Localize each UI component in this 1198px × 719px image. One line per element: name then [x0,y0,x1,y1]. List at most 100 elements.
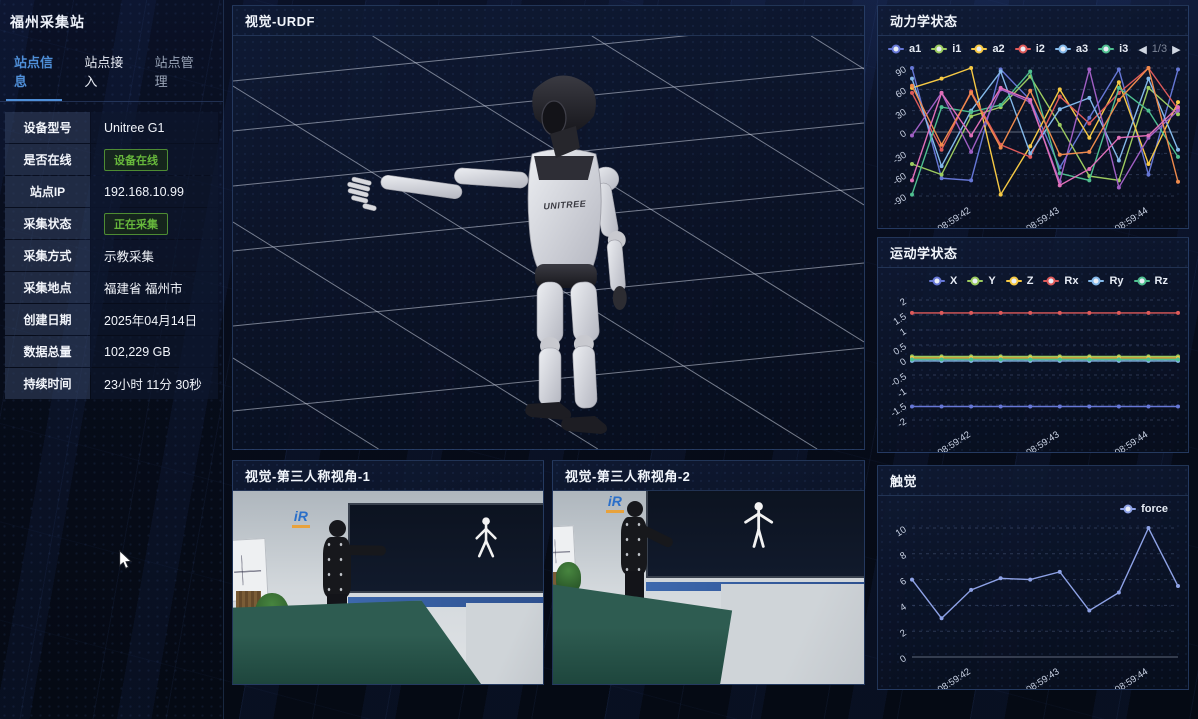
svg-text:2: 2 [898,627,908,639]
tactile-panel: 触觉 force 024681008:59:4208:59:4308:59:44 [877,465,1189,690]
info-label: 数据总量 [5,336,90,367]
dynamics-panel-title: 动力学状态 [878,6,1188,36]
info-row: 数据总量102,229 GB [5,336,218,367]
svg-text:08:59:44: 08:59:44 [1113,205,1150,228]
camera-2-feed: iR [553,491,864,684]
info-row: 站点IP192.168.10.99 [5,176,218,207]
svg-text:60: 60 [894,86,909,101]
legend-item-X[interactable]: X [929,275,957,287]
info-row: 持续时间23小时 11分 30秒 [5,368,218,399]
svg-text:-1: -1 [896,386,909,400]
svg-text:-60: -60 [891,171,909,188]
kinematics-chart: -2-1.5-1-0.500.511.5208:59:4208:59:4308:… [878,294,1188,452]
svg-text:2: 2 [898,296,908,308]
svg-text:0.5: 0.5 [892,341,909,357]
kinematics-panel-title: 运动学状态 [878,238,1188,268]
legend-item-Y[interactable]: Y [967,275,995,287]
legend-item-Rx[interactable]: Rx [1043,275,1078,287]
info-value: 192.168.10.99 [91,176,218,207]
info-value: 福建省 福州市 [91,272,218,303]
urdf-floor-grid: UNITREE [233,36,864,449]
legend-pager: ◀ 1/3 ▶ [1138,43,1180,56]
skeleton-figure-icon [740,495,777,561]
info-row: 设备型号Unitree G1 [5,112,218,143]
svg-text:08:59:42: 08:59:42 [936,429,973,452]
info-label: 是否在线 [5,144,90,175]
info-label: 创建日期 [5,304,90,335]
info-label: 采集状态 [5,208,90,239]
camera-1-title: 视觉-第三人称视角-1 [233,461,543,491]
legend-item-force[interactable]: force [1120,503,1168,515]
info-value: Unitree G1 [91,112,218,143]
urdf-viewer-panel: 视觉-URDF [232,5,865,450]
info-value: 正在采集 [91,208,218,239]
tab-2[interactable]: 站点接入 [76,46,132,101]
legend-page-indicator: 1/3 [1152,43,1167,55]
urdf-3d-viewport[interactable]: UNITREE [233,36,864,449]
svg-text:30: 30 [894,107,909,122]
legend-item-Rz[interactable]: Rz [1134,275,1168,287]
info-label: 采集地点 [5,272,90,303]
station-info-table: 设备型号Unitree G1是否在线设备在线站点IP192.168.10.99采… [5,112,218,399]
urdf-panel-title: 视觉-URDF [233,6,864,36]
legend-item-i1[interactable]: i1 [931,43,961,55]
legend-item-i2[interactable]: i2 [1015,43,1045,55]
svg-text:-2: -2 [896,416,909,430]
camera-2-panel: 视觉-第三人称视角-2 iR [552,460,865,685]
svg-text:08:59:42: 08:59:42 [936,205,973,228]
svg-text:0: 0 [898,356,908,368]
dashboard-root: 福州采集站 站点信息站点接入站点管理 设备型号Unitree G1是否在线设备在… [0,0,1198,719]
tab-3[interactable]: 站点管理 [147,46,203,101]
svg-text:-1.5: -1.5 [889,401,909,419]
svg-text:-0.5: -0.5 [889,371,909,389]
svg-text:08:59:44: 08:59:44 [1113,666,1150,689]
info-row: 采集状态正在采集 [5,208,218,239]
info-row: 采集地点福建省 福州市 [5,272,218,303]
green-table [233,595,481,684]
svg-text:8: 8 [898,550,908,562]
legend-item-a2[interactable]: a2 [971,43,1004,55]
info-label: 站点IP [5,176,90,207]
info-row: 创建日期2025年04月14日 [5,304,218,335]
svg-text:0: 0 [898,653,908,665]
legend-item-a3[interactable]: a3 [1055,43,1088,55]
floor [466,603,544,684]
info-label: 采集方式 [5,240,90,271]
legend-item-Ry[interactable]: Ry [1088,275,1123,287]
info-row: 采集方式示教采集 [5,240,218,271]
info-value: 2025年04月14日 [91,304,218,335]
tab-1[interactable]: 站点信息 [6,46,62,101]
svg-text:08:59:43: 08:59:43 [1024,666,1061,689]
svg-text:08:59:42: 08:59:42 [936,666,973,689]
svg-text:10: 10 [894,524,909,539]
kinematics-panel: 运动学状态 XYZ Rx Ry Rz -2-1.5-1-0.5 00.5 11.5 2 08:… [877,237,1189,453]
info-value: 102,229 GB [91,336,218,367]
svg-text:08:59:43: 08:59:43 [1024,429,1061,452]
camera-1-feed: iR [233,491,543,684]
tactile-legend: force [878,496,1188,522]
kinematics-legend: XYZ Rx Ry Rz [878,268,1188,294]
status-badge: 设备在线 [104,149,168,171]
legend-item-i3[interactable]: i3 [1098,43,1128,55]
legend-item-a1[interactable]: a1 [888,43,921,55]
camera-1-panel: 视觉-第三人称视角-1 iR [232,460,544,685]
svg-text:-30: -30 [891,150,909,167]
station-tabs: 站点信息站点接入站点管理 [0,42,223,102]
dynamics-legend: a1 i1 a2 i2 a3 i3 ◀ 1/3 ▶ [878,36,1188,62]
wall-logo: iR [292,508,310,528]
svg-text:1: 1 [898,326,908,338]
legend-next-button[interactable]: ▶ [1172,43,1180,56]
svg-text:1.5: 1.5 [892,311,909,327]
dynamics-chart: -90-60-30030609008:59:4208:59:4308:59:44 [878,62,1188,228]
svg-text:4: 4 [898,602,908,614]
legend-item-Z[interactable]: Z [1006,275,1034,287]
robot-model: UNITREE [343,75,627,434]
info-label: 持续时间 [5,368,90,399]
legend-prev-button[interactable]: ◀ [1138,43,1146,56]
camera-2-title: 视觉-第三人称视角-2 [553,461,864,491]
svg-text:90: 90 [894,64,909,79]
svg-text:0: 0 [898,128,908,140]
floor [721,584,864,684]
tactile-panel-title: 触觉 [878,466,1188,496]
mouse-cursor-icon [118,550,133,575]
